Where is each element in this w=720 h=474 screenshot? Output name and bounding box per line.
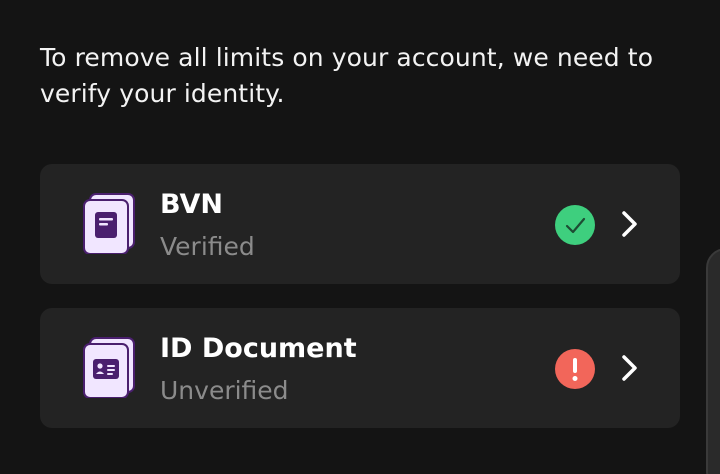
document-icon (82, 192, 138, 254)
intro-text: To remove all limits on your account, we… (40, 43, 654, 108)
verification-screen: To remove all limits on your account, we… (0, 0, 720, 474)
check-icon (555, 205, 595, 245)
side-panel-handle[interactable] (706, 248, 720, 474)
chevron-right-icon[interactable] (618, 208, 642, 240)
id-document-title: ID Document (160, 333, 357, 364)
bvn-verification-item[interactable]: BVN Verified (40, 164, 680, 284)
exclamation-icon (555, 349, 595, 389)
bvn-title: BVN (160, 189, 223, 220)
id-document-verification-item[interactable]: ID Document Unverified (40, 308, 680, 428)
bvn-status: Verified (160, 232, 255, 261)
id-document-status: Unverified (160, 376, 289, 405)
id-card-icon (82, 336, 138, 398)
chevron-right-icon[interactable] (618, 352, 642, 384)
